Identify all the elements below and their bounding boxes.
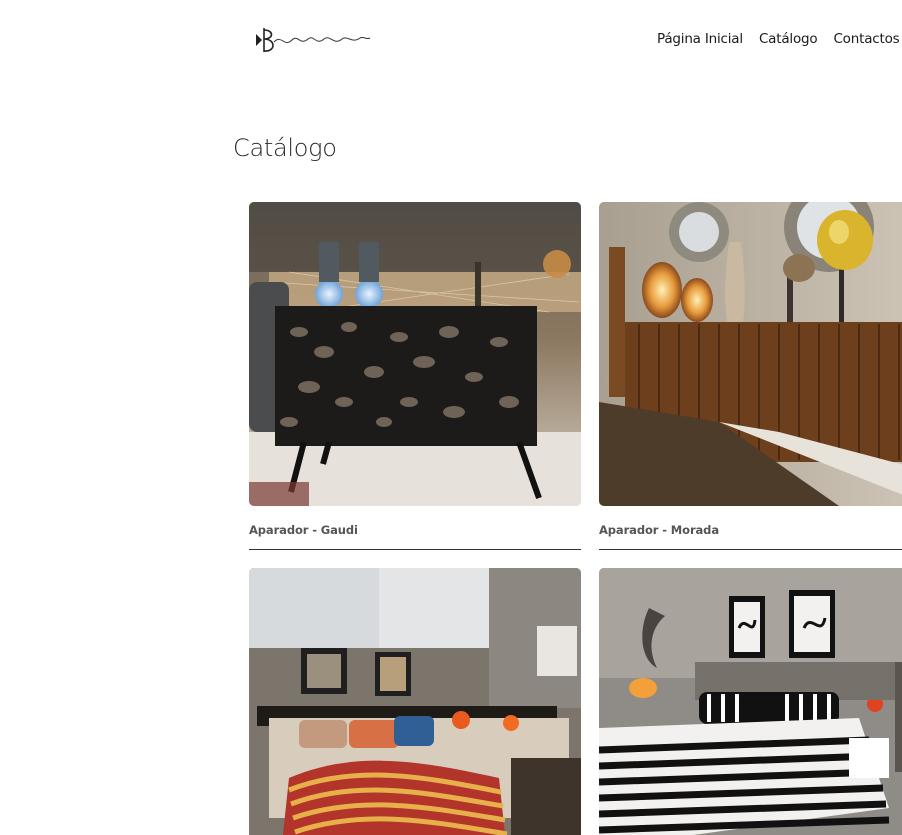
- product-card[interactable]: Aparador - Gaudi: [249, 202, 581, 550]
- product-name: Aparador - Gaudi: [249, 523, 581, 550]
- sideboard-photo[interactable]: [249, 202, 581, 506]
- nav-catalog[interactable]: Catálogo: [759, 31, 818, 47]
- nav-home[interactable]: Página Inicial: [657, 31, 743, 47]
- page-title: Catálogo: [233, 134, 337, 162]
- product-card[interactable]: Aparador - Morada: [599, 202, 902, 550]
- bedroom-photo[interactable]: [249, 568, 581, 835]
- product-card[interactable]: [249, 568, 581, 835]
- product-card[interactable]: [599, 568, 902, 835]
- logo[interactable]: [252, 24, 372, 56]
- main-nav: Página Inicial Catálogo Contactos: [657, 31, 902, 47]
- sideboard-photo[interactable]: [599, 202, 902, 506]
- nav-contacts[interactable]: Contactos: [833, 31, 899, 47]
- page: Página Inicial Catálogo Contactos Catálo…: [0, 0, 902, 835]
- product-name: Aparador - Morada: [599, 523, 902, 550]
- bedroom-photo[interactable]: [599, 568, 902, 835]
